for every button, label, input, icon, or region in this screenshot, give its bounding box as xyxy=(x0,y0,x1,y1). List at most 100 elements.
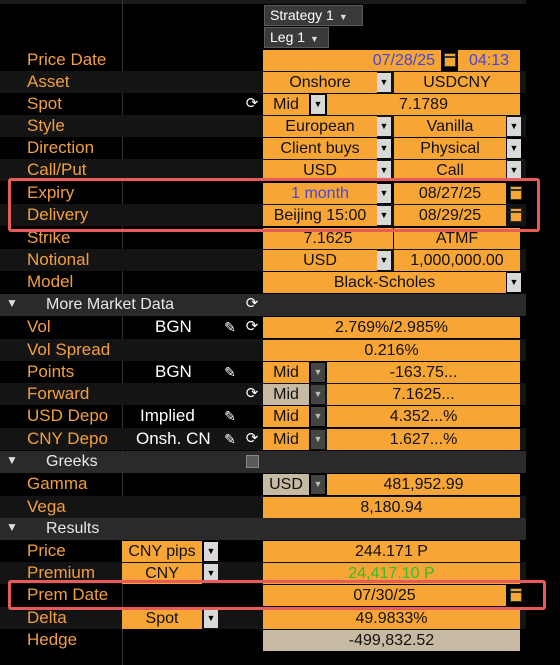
price-value-field[interactable]: 244.171 P xyxy=(263,541,520,562)
chevron-down-icon[interactable]: ▼ xyxy=(204,609,218,628)
chevron-down-icon[interactable]: ▼ xyxy=(311,95,325,114)
calendar-icon[interactable] xyxy=(510,186,522,200)
leg-dropdown[interactable]: Leg 1 ▼ xyxy=(264,27,329,48)
section-more-market-data[interactable]: ▼ More Market Data ⟳ xyxy=(0,294,526,316)
price-time-field[interactable]: 04:13 xyxy=(458,50,520,71)
call-put-currency-select[interactable]: USD xyxy=(263,160,377,181)
pencil-icon[interactable]: ✎ xyxy=(222,430,238,448)
calendar-icon[interactable] xyxy=(510,208,522,222)
chevron-down-icon[interactable]: ▼ xyxy=(507,161,521,180)
cny-depo-side-select[interactable]: Mid xyxy=(263,429,309,450)
vol-value-field[interactable]: 2.769%/2.985% xyxy=(263,317,520,338)
delivery-cut-select[interactable]: Beijing 15:00 xyxy=(263,205,377,226)
section-results[interactable]: ▼ Results xyxy=(0,518,526,540)
row-forward: Forward ⟳ Mid ▼ 7.1625... xyxy=(0,383,526,405)
chevron-down-icon[interactable]: ▼ xyxy=(377,184,391,203)
settlement-select[interactable]: Physical xyxy=(394,138,506,159)
prem-date-field[interactable]: 07/30/25 xyxy=(263,585,506,606)
pencil-icon[interactable]: ✎ xyxy=(222,318,238,336)
row-hedge: Hedge -499,832.52 xyxy=(0,629,526,651)
chevron-down-icon[interactable]: ▼ xyxy=(377,139,391,158)
spot-side-select[interactable]: Mid xyxy=(263,94,309,115)
chevron-down-icon[interactable]: ▼ xyxy=(377,73,391,92)
asset-type-select[interactable]: Onshore xyxy=(263,72,377,93)
chevron-down-icon[interactable]: ▼ xyxy=(377,117,391,136)
price-unit-select[interactable]: CNY pips xyxy=(122,541,202,562)
chevron-down-icon[interactable]: ▼ xyxy=(311,407,325,426)
pencil-icon[interactable]: ✎ xyxy=(222,407,238,425)
chevron-down-icon[interactable]: ▼ xyxy=(377,206,391,225)
row-vol: Vol BGN ✎ ⟳ 2.769%/2.985% xyxy=(0,316,526,338)
leg-label: Leg 1 xyxy=(270,29,306,45)
section-greeks[interactable]: ▼ Greeks xyxy=(0,451,526,473)
chevron-down-icon[interactable]: ▼ xyxy=(507,117,521,136)
usd-depo-label: USD Depo xyxy=(27,406,109,425)
exercise-style-select[interactable]: European xyxy=(263,116,377,137)
notional-currency-select[interactable]: USD xyxy=(263,250,377,271)
delta-type-select[interactable]: Spot xyxy=(122,608,202,629)
forward-value-field[interactable]: 7.1625... xyxy=(327,384,520,405)
strike-value-field[interactable]: 7.1625 xyxy=(263,228,393,249)
cny-depo-value-field[interactable]: 1.627...% xyxy=(327,429,520,450)
vol-spread-field[interactable]: 0.216% xyxy=(263,340,520,361)
chevron-down-icon[interactable]: ▼ xyxy=(311,363,325,382)
gamma-currency-select[interactable]: USD xyxy=(263,474,309,495)
model-select[interactable]: Black-Scholes xyxy=(263,272,506,293)
usd-depo-value-field[interactable]: 4.352...% xyxy=(327,406,520,427)
delivery-label: Delivery xyxy=(27,205,89,224)
collapse-triangle-icon[interactable]: ▼ xyxy=(6,520,18,534)
row-model: Model Black-Scholes ▼ xyxy=(0,271,526,293)
gamma-value-field[interactable]: 481,952.99 xyxy=(327,474,520,495)
price-date-field[interactable]: 07/28/25 xyxy=(263,50,441,71)
forward-side-select[interactable]: Mid xyxy=(263,384,309,405)
chevron-down-icon[interactable]: ▼ xyxy=(204,542,218,561)
chevron-down-icon[interactable]: ▼ xyxy=(507,273,521,292)
calendar-icon[interactable] xyxy=(444,53,456,67)
row-gamma: Gamma USD ▼ 481,952.99 xyxy=(0,473,526,495)
strike-moneyness-field[interactable]: ATMF xyxy=(394,228,520,249)
option-kind-select[interactable]: Vanilla xyxy=(394,116,506,137)
chevron-down-icon: ▼ xyxy=(310,34,319,44)
chevron-down-icon[interactable]: ▼ xyxy=(377,161,391,180)
usd-depo-side-select[interactable]: Mid xyxy=(263,406,309,427)
premium-value-field[interactable]: 24,417.10 P xyxy=(263,563,520,584)
section-title: More Market Data xyxy=(46,296,175,313)
collapse-triangle-icon[interactable]: ▼ xyxy=(6,453,18,467)
delta-value-field[interactable]: 49.9833% xyxy=(263,608,520,629)
refresh-icon[interactable]: ⟳ xyxy=(244,318,260,336)
row-premium: Premium CNY ▼ 24,417.10 P xyxy=(0,562,526,584)
chevron-down-icon[interactable]: ▼ xyxy=(311,430,325,449)
delivery-date-field[interactable]: 08/29/25 xyxy=(394,205,506,226)
refresh-icon[interactable]: ⟳ xyxy=(244,430,260,448)
direction-select[interactable]: Client buys xyxy=(263,138,377,159)
collapse-triangle-icon[interactable]: ▼ xyxy=(6,296,18,310)
vega-value-field[interactable]: 8,180.94 xyxy=(263,497,520,518)
refresh-icon[interactable]: ⟳ xyxy=(244,95,260,113)
greeks-checkbox[interactable] xyxy=(246,455,259,468)
spot-value-field[interactable]: 7.1789 xyxy=(327,94,520,115)
vol-spread-label: Vol Spread xyxy=(27,340,111,359)
currency-pair-field[interactable]: USDCNY xyxy=(394,72,520,93)
calendar-icon[interactable] xyxy=(510,588,522,602)
forward-label: Forward xyxy=(27,384,90,403)
points-source: BGN xyxy=(155,362,192,381)
refresh-icon[interactable]: ⟳ xyxy=(244,295,260,313)
premium-currency-select[interactable]: CNY xyxy=(122,563,202,584)
strategy-dropdown[interactable]: Strategy 1 ▼ xyxy=(264,5,363,26)
chevron-down-icon[interactable]: ▼ xyxy=(507,139,521,158)
row-direction: Direction Client buys ▼ Physical ▼ xyxy=(0,137,526,159)
chevron-down-icon[interactable]: ▼ xyxy=(311,475,325,494)
points-value-field[interactable]: -163.75... xyxy=(327,362,520,383)
row-call-put: Call/Put USD ▼ Call ▼ xyxy=(0,159,526,181)
call-put-type-select[interactable]: Call xyxy=(394,160,506,181)
refresh-icon[interactable]: ⟳ xyxy=(244,385,260,403)
points-side-select[interactable]: Mid xyxy=(263,362,309,383)
notional-amount-field[interactable]: 1,000,000.00 xyxy=(394,250,520,271)
expiry-date-field[interactable]: 08/27/25 xyxy=(394,183,506,204)
section-title: Greeks xyxy=(46,453,98,470)
chevron-down-icon[interactable]: ▼ xyxy=(377,251,391,270)
chevron-down-icon[interactable]: ▼ xyxy=(311,385,325,404)
pencil-icon[interactable]: ✎ xyxy=(222,363,238,381)
expiry-tenor-select[interactable]: 1 month xyxy=(263,183,377,204)
chevron-down-icon[interactable]: ▼ xyxy=(204,564,218,583)
